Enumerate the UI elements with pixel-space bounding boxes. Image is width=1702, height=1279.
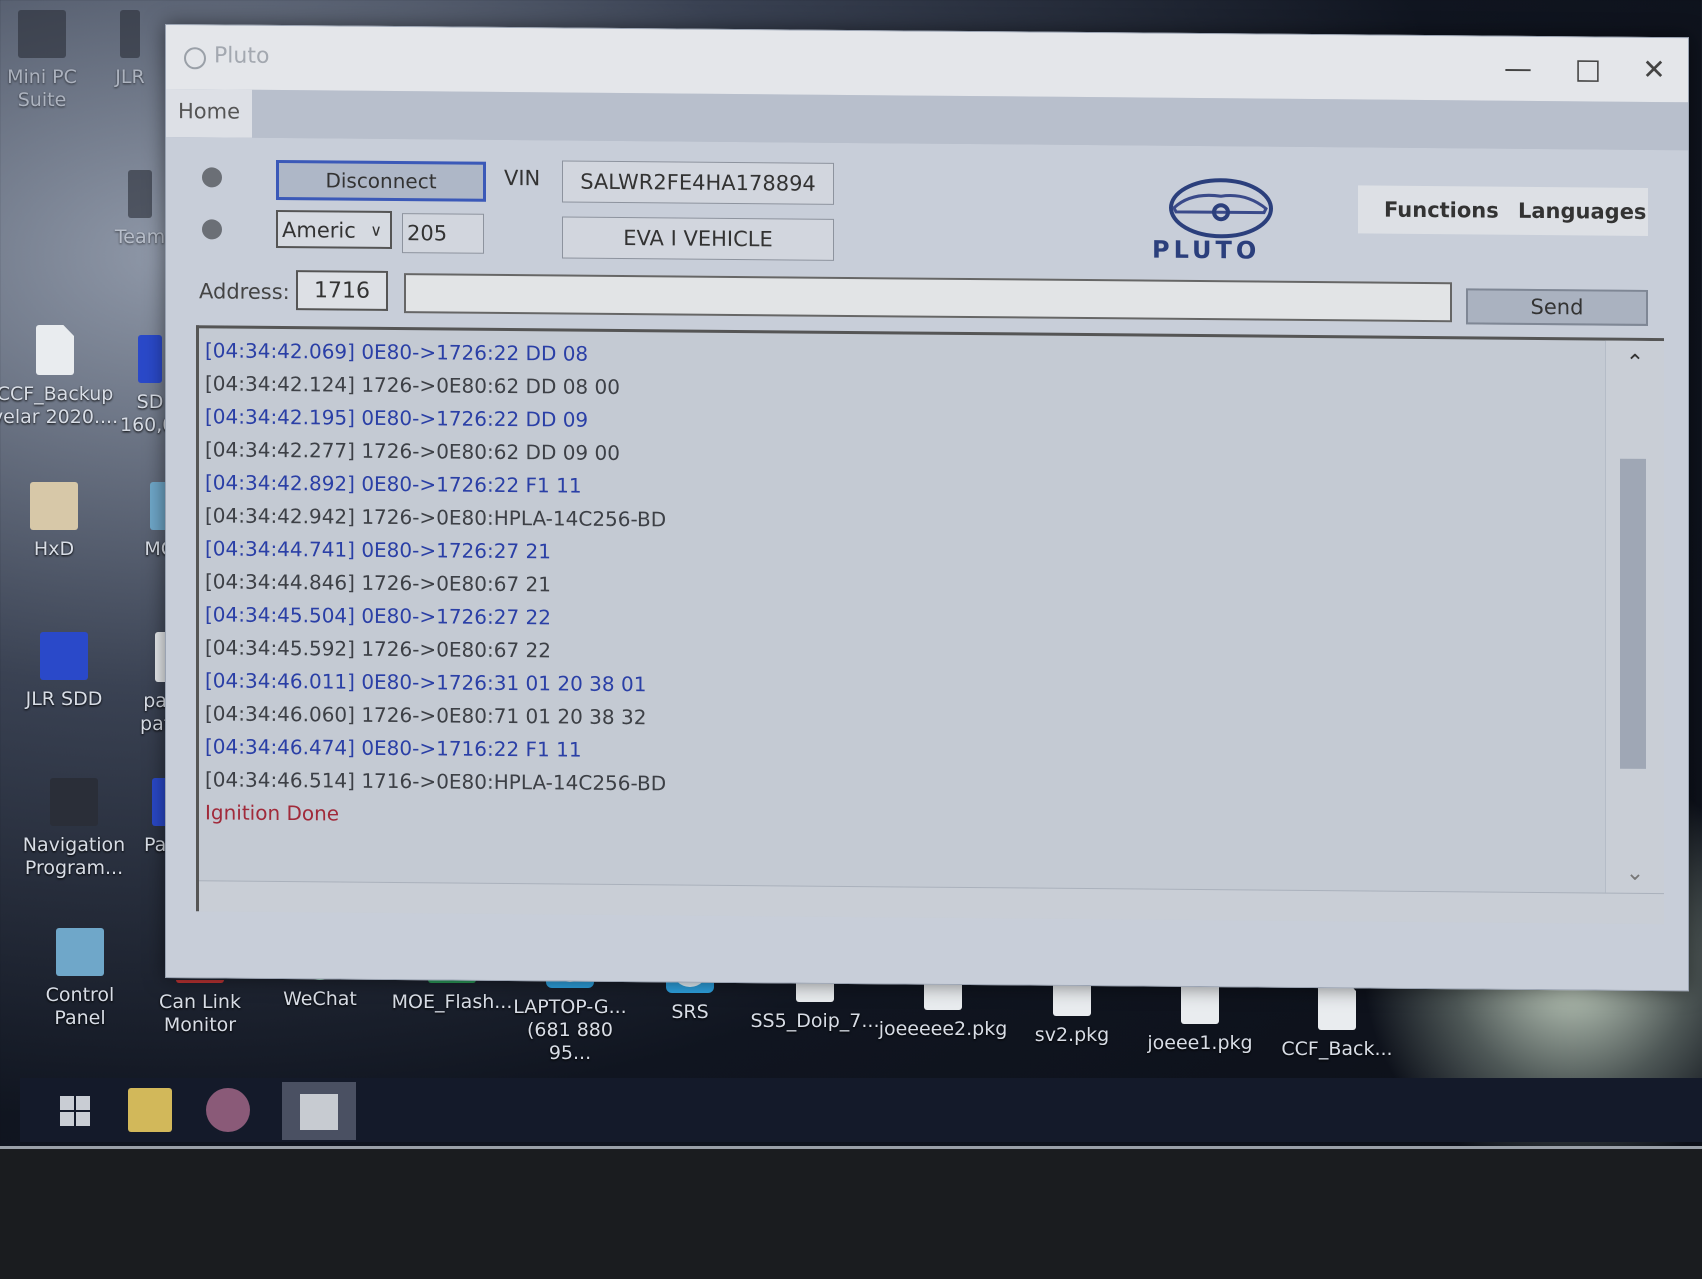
app-shortcut-icon (50, 778, 98, 826)
pluto-app-icon (184, 47, 206, 70)
pluto-app-icon[interactable] (282, 1082, 356, 1140)
hxd-icon (30, 482, 78, 530)
document-icon (36, 325, 74, 375)
chevron-down-icon: ∨ (370, 220, 382, 240)
desktop-icon-ccf-backup[interactable]: CCF_Backup velar 2020.... (0, 325, 120, 429)
desktop-icon-navigation-program[interactable]: Navigation Program... (12, 778, 136, 880)
send-button[interactable]: Send (1466, 288, 1648, 326)
home-panel: Disconnect VIN SALWR2FE4HA178894 Americ … (166, 137, 1688, 991)
menu-functions[interactable]: Functions (1384, 186, 1499, 235)
desktop-icon-jlr-sdd[interactable]: JLR SDD (4, 632, 124, 711)
command-input[interactable] (404, 273, 1452, 323)
region-code-field[interactable]: 205 (402, 213, 484, 254)
vehicle-button[interactable]: EVA I VEHICLE (562, 216, 834, 261)
connection-status-led (202, 167, 222, 188)
desktop-icon-ccf-back[interactable]: CCF_Back... (1272, 980, 1402, 1061)
address-input[interactable]: 1716 (296, 270, 388, 311)
vin-label: VIN (504, 165, 541, 191)
maximize-button[interactable]: □ (1558, 47, 1618, 92)
scroll-thumb[interactable] (1620, 458, 1646, 769)
app-shortcut-icon (138, 335, 162, 383)
logo-text: PLUTO (1152, 235, 1261, 265)
desktop-icon-control-panel[interactable]: Control Panel (20, 928, 140, 1030)
car-logo-icon (1169, 178, 1273, 239)
menu-bar: Functions Languages (1358, 185, 1648, 236)
desktop-icon-team[interactable]: Team (110, 170, 170, 249)
desktop-icon-jlr[interactable]: JLR (100, 10, 160, 89)
control-panel-icon (56, 928, 104, 976)
vin-field[interactable]: SALWR2FE4HA178894 (562, 160, 834, 205)
jlr-sdd-icon (40, 632, 88, 680)
start-icon[interactable] (52, 1088, 96, 1132)
close-button[interactable]: ✕ (1624, 48, 1684, 93)
pluto-window: Pluto — □ ✕ Home Disconnect VIN SALWR2FE… (165, 24, 1689, 992)
region-select[interactable]: Americ ∨ (276, 209, 392, 249)
app-shortcut-icon (18, 10, 66, 58)
desktop-icon-mini-pc-suite[interactable]: Mini PC Suite (0, 10, 102, 112)
disconnect-button[interactable]: Disconnect (276, 159, 486, 202)
address-label: Address: (199, 279, 290, 305)
window-title: Pluto (214, 43, 270, 69)
file-explorer-icon[interactable] (128, 1088, 172, 1132)
chevron-up-icon[interactable]: ⌃ (1606, 351, 1664, 377)
app-shortcut-icon (120, 10, 140, 58)
tab-home[interactable]: Home (166, 89, 252, 138)
menu-languages[interactable]: Languages (1518, 187, 1646, 236)
log-output[interactable]: [04:34:42.069] 0E80->1726:22 DD 08 [04:3… (199, 328, 1606, 893)
pluto-logo: PLUTO (1146, 174, 1296, 265)
taskbar (20, 1078, 1702, 1142)
log-panel: [04:34:42.069] 0E80->1726:22 DD 08 [04:3… (196, 325, 1664, 925)
app-icon[interactable] (206, 1088, 250, 1132)
monitor-bezel (0, 1146, 1702, 1279)
chevron-down-icon[interactable]: ⌄ (1606, 861, 1664, 887)
ignition-status-led (202, 219, 222, 240)
desktop-icon-hxd[interactable]: HxD (0, 482, 114, 561)
region-select-value: Americ (282, 218, 356, 243)
minimize-button[interactable]: — (1488, 47, 1548, 92)
teamviewer-icon (128, 170, 152, 218)
vertical-scrollbar[interactable]: ⌃ ⌄ (1605, 340, 1664, 895)
